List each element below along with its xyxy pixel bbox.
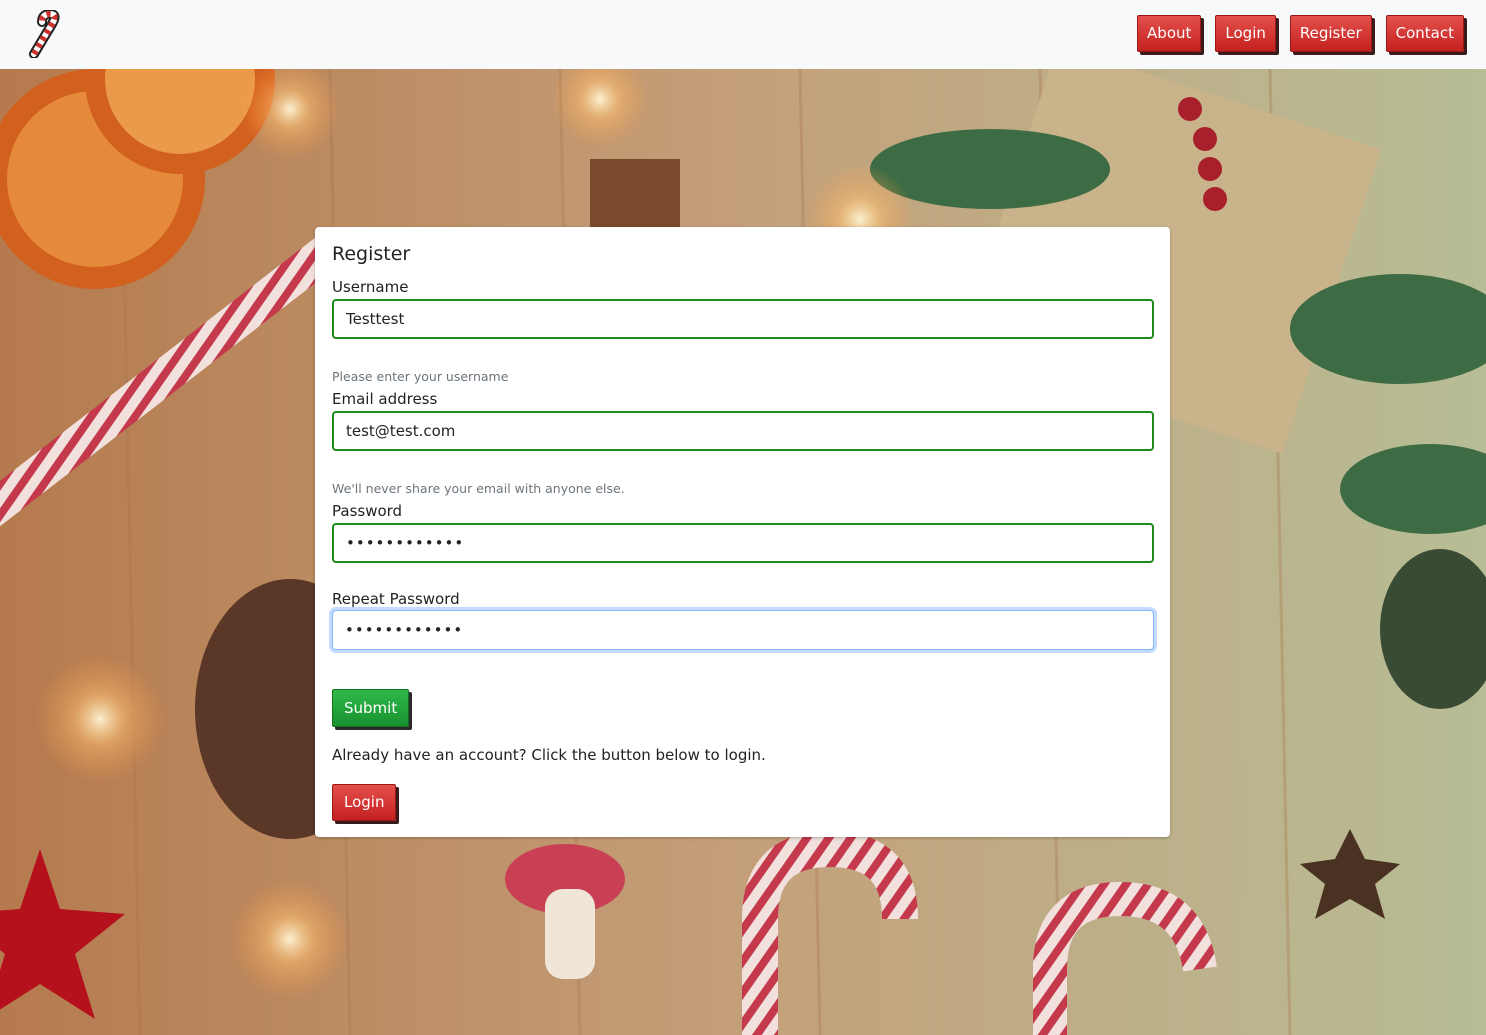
- candy-cane-icon[interactable]: [26, 8, 68, 59]
- password-input[interactable]: [332, 523, 1154, 563]
- username-label: Username: [332, 278, 409, 296]
- login-button[interactable]: Login: [332, 784, 397, 821]
- username-input[interactable]: [332, 299, 1154, 339]
- submit-button[interactable]: Submit: [332, 689, 410, 727]
- email-help-text: We'll never share your email with anyone…: [332, 481, 625, 496]
- navbar: About Login Register Contact: [0, 0, 1486, 69]
- repeat-password-label: Repeat Password: [332, 590, 460, 608]
- nav-login-button[interactable]: Login: [1215, 15, 1276, 52]
- email-input[interactable]: [332, 411, 1154, 451]
- nav-about-button[interactable]: About: [1137, 15, 1202, 52]
- login-note-text: Already have an account? Click the butto…: [332, 746, 766, 764]
- repeat-password-input[interactable]: [332, 610, 1154, 650]
- form-title: Register: [332, 243, 411, 265]
- password-label: Password: [332, 502, 403, 520]
- email-label: Email address: [332, 390, 438, 408]
- nav-contact-button[interactable]: Contact: [1385, 15, 1464, 52]
- username-help-text: Please enter your username: [332, 369, 509, 384]
- nav-register-button[interactable]: Register: [1289, 15, 1372, 52]
- register-card: Register Username Please enter your user…: [315, 227, 1170, 837]
